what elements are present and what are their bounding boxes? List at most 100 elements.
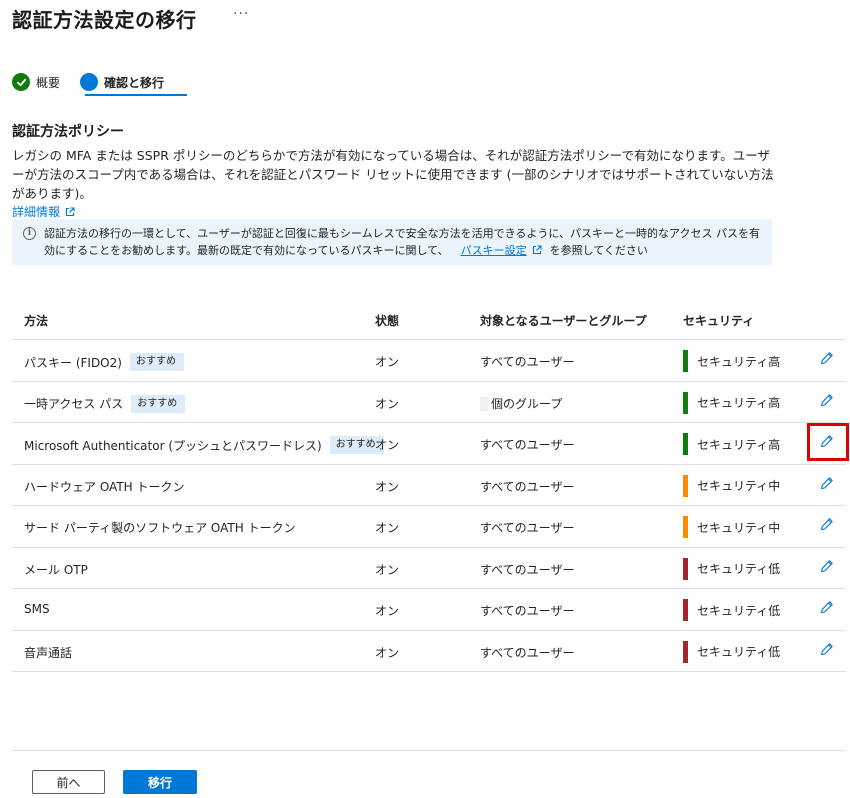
header-state: 状態 <box>375 314 400 328</box>
security-level-bar <box>683 474 688 497</box>
security-level-bar <box>683 350 688 372</box>
method-name: メール OTP <box>24 562 88 577</box>
security-text: セキュリティ高 <box>697 396 781 410</box>
security-cell: セキュリティ高 <box>683 349 780 373</box>
migrate-button[interactable]: 移行 <box>123 770 197 794</box>
edit-button[interactable] <box>820 559 834 576</box>
passkey-settings-link[interactable]: パスキー設定 <box>461 244 527 257</box>
target-cell: 個のグループ <box>480 395 562 412</box>
security-level-bar <box>683 599 688 621</box>
security-text: セキュリティ中 <box>697 479 781 493</box>
table-row: メール OTP オン すべてのユーザー セキュリティ低 <box>12 548 846 589</box>
security-text: セキュリティ低 <box>697 645 781 659</box>
state-cell: オン <box>375 396 400 411</box>
table-row: SMS オン すべてのユーザー セキュリティ低 <box>12 589 846 631</box>
step-label: 概要 <box>36 75 61 90</box>
pencil-icon <box>820 435 834 451</box>
previous-button[interactable]: 前へ <box>32 770 105 794</box>
edit-button[interactable] <box>820 476 834 493</box>
pencil-icon <box>820 393 834 410</box>
security-level-bar <box>683 433 688 455</box>
edit-button[interactable] <box>820 434 834 451</box>
method-cell: ハードウェア OATH トークン <box>24 478 185 495</box>
table-row: パスキー (FIDO2) おすすめ オン すべてのユーザー セキュリティ高 <box>12 340 846 382</box>
method-cell: SMS <box>24 602 50 616</box>
section-title: 認証方法ポリシー <box>12 124 124 140</box>
target-text: すべてのユーザー <box>480 645 575 660</box>
state-cell: オン <box>375 355 400 369</box>
info-text-after: を参照してください <box>549 244 648 257</box>
table-row: ハードウェア OATH トークン オン すべてのユーザー セキュリティ中 <box>12 465 846 506</box>
methods-table: 方法 状態 対象となるユーザーとグループ セキュリティ パスキー (FIDO2)… <box>12 298 846 672</box>
learn-more-link[interactable]: 詳細情報 <box>12 203 75 220</box>
wizard-steps: 概要 確認と移行 <box>12 68 187 96</box>
security-level-bar <box>683 391 688 414</box>
state-cell: オン <box>375 438 400 452</box>
target-cell: すべてのユーザー <box>480 602 574 619</box>
state-cell: オン <box>375 479 400 494</box>
table-row: 音声通話 オン すべてのユーザー セキュリティ低 <box>12 631 846 672</box>
pencil-icon <box>820 476 834 493</box>
security-text: セキュリティ高 <box>697 354 781 369</box>
method-name: サード パーティ製のソフトウェア OATH トークン <box>24 521 296 535</box>
edit-button[interactable] <box>820 600 834 617</box>
info-message-bar: i 認証方法の移行の一環として、ユーザーが認証と回復に最もシームレスで安全な方法… <box>12 219 772 265</box>
target-cell: すべてのユーザー <box>480 353 574 370</box>
recommended-badge: おすすめ <box>131 394 186 413</box>
more-options-button[interactable]: ··· <box>233 6 249 22</box>
method-cell: メール OTP <box>24 561 88 578</box>
security-level-bar <box>683 640 688 663</box>
current-step-icon <box>80 73 99 91</box>
step-label: 確認と移行 <box>104 75 165 90</box>
target-cell: すべてのユーザー <box>480 436 574 453</box>
security-level-bar <box>683 516 688 538</box>
target-text: 個のグループ <box>491 396 563 411</box>
header-target: 対象となるユーザーとグループ <box>480 314 647 328</box>
target-cell: すべてのユーザー <box>480 519 574 536</box>
edit-button[interactable] <box>820 642 834 659</box>
info-icon: i <box>23 227 36 240</box>
table-header: 方法 状態 対象となるユーザーとグループ セキュリティ <box>12 298 846 340</box>
method-name: Microsoft Authenticator (プッシュとパスワードレス) <box>24 438 322 453</box>
checkmark-icon <box>12 73 30 91</box>
table-row: Microsoft Authenticator (プッシュとパスワードレス) おす… <box>12 423 846 465</box>
target-text: すべてのユーザー <box>480 562 575 577</box>
target-text: すべてのユーザー <box>480 521 575 535</box>
page-title: 認証方法設定の移行 <box>12 8 197 32</box>
method-cell: Microsoft Authenticator (プッシュとパスワードレス) おす… <box>24 436 384 454</box>
security-text: セキュリティ低 <box>697 603 781 618</box>
edit-button[interactable] <box>820 351 834 368</box>
policy-description: レガシの MFA または SSPR ポリシーのどちらかで方法が有効になっている場… <box>12 148 774 201</box>
method-name: 一時アクセス パス <box>24 397 124 411</box>
method-name: 音声通話 <box>24 645 73 660</box>
edit-button[interactable] <box>820 393 834 410</box>
pencil-icon <box>820 559 834 576</box>
method-name: ハードウェア OATH トークン <box>24 479 185 494</box>
target-text: すべてのユーザー <box>480 604 575 618</box>
security-cell: セキュリティ低 <box>683 640 780 664</box>
target-cell: すべてのユーザー <box>480 478 574 495</box>
method-cell: サード パーティ製のソフトウェア OATH トークン <box>24 519 296 536</box>
active-step-underline <box>85 94 187 96</box>
security-cell: セキュリティ中 <box>683 515 780 539</box>
pencil-icon <box>820 601 834 617</box>
learn-more-label: 詳細情報 <box>12 205 61 219</box>
target-text: すべてのユーザー <box>480 438 575 452</box>
external-link-icon <box>532 245 542 255</box>
security-cell: セキュリティ高 <box>683 391 780 415</box>
state-cell: オン <box>375 645 400 660</box>
security-level-bar <box>683 557 688 580</box>
target-cell: すべてのユーザー <box>480 644 574 661</box>
method-cell: 一時アクセス パス おすすめ <box>24 394 186 413</box>
info-text: 認証方法の移行の一環として、ユーザーが認証と回復に最もシームレスで安全な方法を活… <box>44 227 760 257</box>
step-overview[interactable]: 概要 <box>12 68 60 96</box>
recommended-badge: おすすめ <box>129 353 184 371</box>
method-cell: 音声通話 <box>24 644 72 661</box>
method-cell: パスキー (FIDO2) おすすめ <box>24 353 184 371</box>
security-cell: セキュリティ低 <box>683 598 780 622</box>
target-text: すべてのユーザー <box>480 355 575 369</box>
step-review-migrate[interactable]: 確認と移行 <box>80 68 164 96</box>
edit-button[interactable] <box>820 517 834 534</box>
header-method: 方法 <box>24 314 49 328</box>
method-name: パスキー (FIDO2) <box>24 355 122 370</box>
